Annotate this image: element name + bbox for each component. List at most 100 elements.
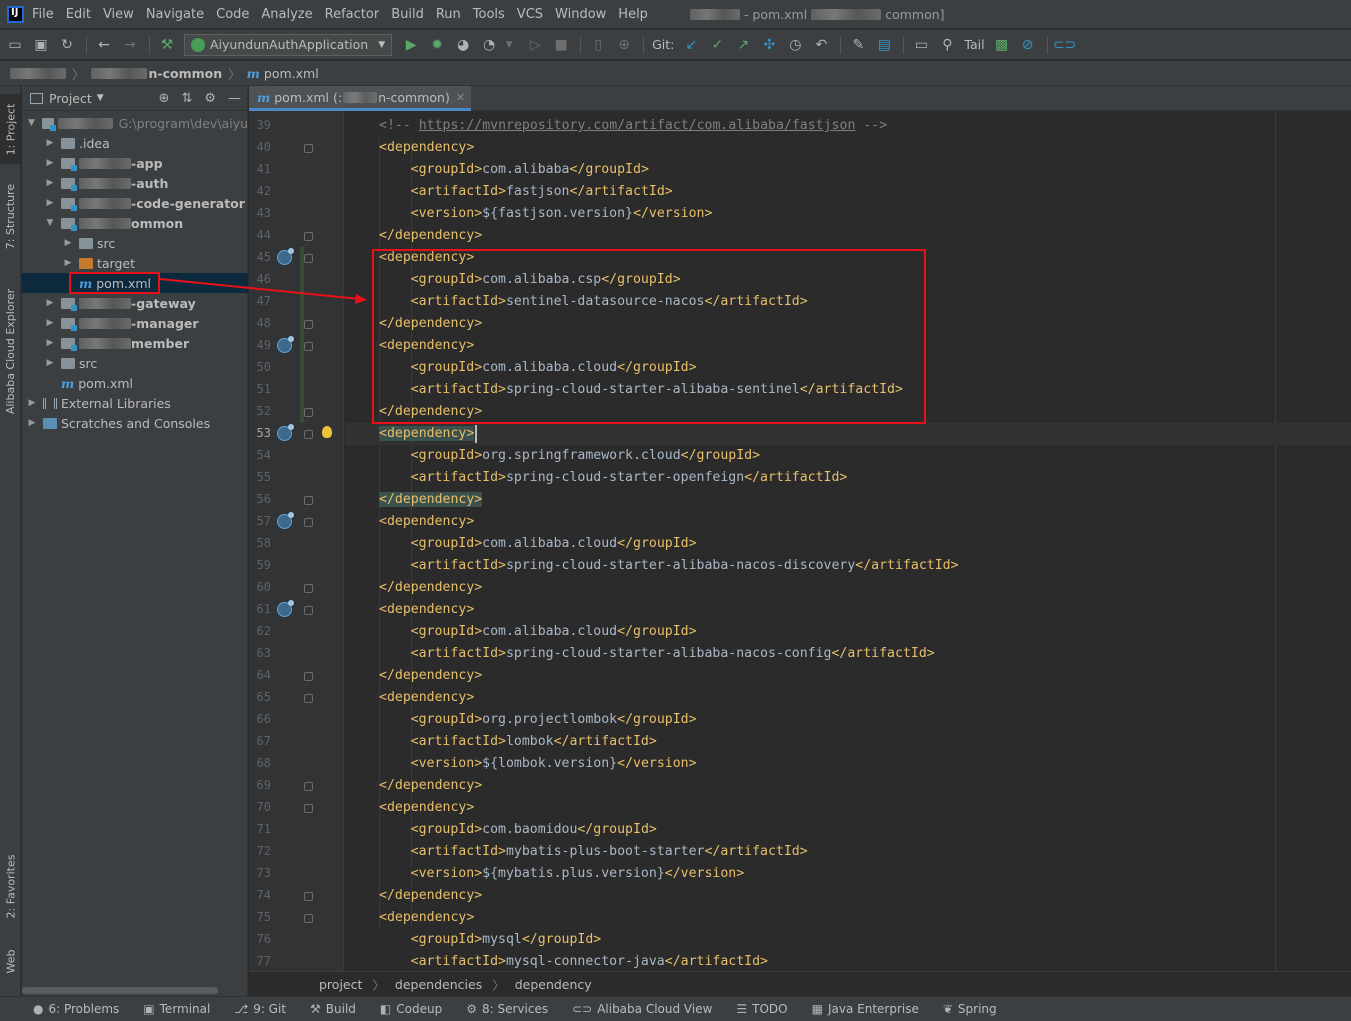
chevron-right-icon[interactable]: ▶	[44, 138, 56, 148]
tree-item[interactable]: ▶ Scratches and Consoles	[22, 413, 248, 433]
fold-toggle-icon[interactable]	[304, 232, 313, 241]
tab-pom-xml[interactable]: m pom.xml (: n-common) ✕	[249, 86, 471, 111]
editor-breadcrumb-item[interactable]: dependency	[515, 977, 592, 992]
tool-window-git[interactable]: ⎇ 9: Git	[234, 1002, 286, 1016]
code-line[interactable]: <dependency>	[345, 687, 1351, 709]
fold-toggle-icon[interactable]	[304, 606, 313, 615]
code-line[interactable]: <dependency>	[345, 797, 1351, 819]
fold-toggle-icon[interactable]	[304, 408, 313, 417]
chevron-right-icon[interactable]: ▶	[44, 358, 56, 368]
run-icon[interactable]: ▶	[402, 36, 420, 54]
save-all-icon[interactable]: ▣	[32, 36, 50, 54]
code-line[interactable]: </dependency>	[345, 225, 1351, 247]
tree-item[interactable]: m pom.xml	[22, 373, 248, 393]
tool-window-codeup[interactable]: ◧ Codeup	[380, 1002, 442, 1016]
code-line[interactable]: <groupId>com.baomidou</groupId>	[345, 819, 1351, 841]
menu-navigate[interactable]: Navigate	[146, 7, 204, 22]
chevron-right-icon[interactable]: ▶	[62, 258, 74, 268]
menu-edit[interactable]: Edit	[66, 7, 91, 22]
fold-toggle-icon[interactable]	[304, 254, 313, 263]
chevron-right-icon[interactable]: ▶	[44, 338, 56, 348]
close-icon[interactable]: ✕	[456, 91, 465, 104]
tree-item[interactable]: ▼ ommon	[22, 213, 248, 233]
tool-window-alibaba-cloud[interactable]: ⊂⊃ Alibaba Cloud View	[572, 1002, 712, 1016]
code-line[interactable]: <!-- https://mvnrepository.com/artifact/…	[345, 115, 1351, 137]
code-line[interactable]: </dependency>	[345, 489, 1351, 511]
profiler-icon[interactable]: ◔	[480, 36, 498, 54]
settings-wrench-icon[interactable]: ✎	[849, 36, 867, 54]
tab-web[interactable]: Web	[0, 941, 21, 981]
presentation-icon[interactable]: ▭	[912, 36, 930, 54]
code-line[interactable]: <dependency>	[345, 599, 1351, 621]
project-structure-icon[interactable]: ▤	[875, 36, 893, 54]
fold-toggle-icon[interactable]	[304, 430, 313, 439]
fold-toggle-icon[interactable]	[304, 320, 313, 329]
code-line[interactable]: </dependency>	[345, 313, 1351, 335]
breadcrumb-module[interactable]: n-common	[90, 66, 222, 81]
tab-project[interactable]: 1: Project	[0, 94, 21, 164]
tree-item[interactable]: ▶ External Libraries	[22, 393, 248, 413]
menu-window[interactable]: Window	[555, 7, 606, 22]
synchronize-icon[interactable]: ↻	[58, 36, 76, 54]
tree-item[interactable]: ▶ target	[22, 253, 248, 273]
code-line[interactable]: </dependency>	[345, 577, 1351, 599]
tree-item[interactable]: ▶ -gateway	[22, 293, 248, 313]
gear-icon[interactable]: ⚙	[204, 91, 216, 106]
search-icon[interactable]: ⚲	[938, 36, 956, 54]
code-line[interactable]: <version>${mybatis.plus.version}</versio…	[345, 863, 1351, 885]
chevron-right-icon[interactable]: ▶	[62, 238, 74, 248]
tree-item[interactable]: ▶ -manager	[22, 313, 248, 333]
git-fetch-icon[interactable]: ✣	[760, 36, 778, 54]
chevron-down-icon[interactable]: ▼	[500, 36, 518, 54]
minimize-icon[interactable]: —	[228, 91, 241, 106]
tree-item-root[interactable]: ▼ G:\program\dev\aiyu	[22, 113, 248, 133]
fold-toggle-icon[interactable]	[304, 694, 313, 703]
chevron-right-icon[interactable]: ▶	[26, 418, 38, 428]
code-line[interactable]: <dependency>	[345, 423, 1351, 445]
menu-tools[interactable]: Tools	[473, 7, 505, 22]
breadcrumb-root[interactable]	[10, 67, 66, 79]
code-line[interactable]: <dependency>	[345, 907, 1351, 929]
tool-window-terminal[interactable]: ▣ Terminal	[143, 1002, 210, 1016]
fold-toggle-icon[interactable]	[304, 782, 313, 791]
open-folder-icon[interactable]: ▭	[6, 36, 24, 54]
tab-favorites[interactable]: 2: Favorites	[0, 841, 21, 931]
code-line[interactable]: <groupId>com.alibaba.csp</groupId>	[345, 269, 1351, 291]
fold-toggle-icon[interactable]	[304, 892, 313, 901]
code-line[interactable]: </dependency>	[345, 775, 1351, 797]
tree-item[interactable]: ▶ src	[22, 353, 248, 373]
code-line[interactable]: <artifactId>mybatis-plus-boot-starter</a…	[345, 841, 1351, 863]
chevron-down-icon[interactable]: ▼	[97, 93, 104, 103]
code-line[interactable]: <artifactId>lombok</artifactId>	[345, 731, 1351, 753]
tab-alibaba-cloud-explorer[interactable]: Alibaba Cloud Explorer	[0, 276, 21, 426]
code-line[interactable]: <groupId>com.alibaba.cloud</groupId>	[345, 357, 1351, 379]
menu-build[interactable]: Build	[391, 7, 424, 22]
code-line[interactable]: <version>${fastjson.version}</version>	[345, 203, 1351, 225]
tree-item[interactable]: ▶ member	[22, 333, 248, 353]
code-line[interactable]: <groupId>com.alibaba</groupId>	[345, 159, 1351, 181]
tool-window-todo[interactable]: ☰ TODO	[736, 1002, 787, 1016]
chevron-right-icon[interactable]: ▶	[26, 398, 38, 408]
vcs-change-marker[interactable]	[300, 247, 304, 423]
intention-bulb-icon[interactable]	[322, 426, 332, 438]
tree-item[interactable]: ▶ src	[22, 233, 248, 253]
fold-toggle-icon[interactable]	[304, 804, 313, 813]
debug-bug-icon[interactable]: ✹	[428, 36, 446, 54]
dependency-library-icon[interactable]	[277, 248, 294, 265]
dependency-library-icon[interactable]	[277, 600, 294, 617]
menu-vcs[interactable]: VCS	[517, 7, 543, 22]
collapse-all-icon[interactable]: ⇅	[181, 91, 192, 106]
attach-debugger-icon[interactable]: ▷	[526, 36, 544, 54]
code-line[interactable]: <groupId>org.projectlombok</groupId>	[345, 709, 1351, 731]
git-commit-icon[interactable]: ✓	[708, 36, 726, 54]
code-line[interactable]: <groupId>com.alibaba.cloud</groupId>	[345, 621, 1351, 643]
code-editor[interactable]: <!-- https://mvnrepository.com/artifact/…	[345, 111, 1351, 971]
code-line[interactable]: <dependency>	[345, 137, 1351, 159]
locate-target-icon[interactable]: ⊕	[159, 91, 170, 106]
build-hammer-icon[interactable]: ⚒	[158, 36, 176, 54]
fold-toggle-icon[interactable]	[304, 584, 313, 593]
git-update-icon[interactable]: ↙	[682, 36, 700, 54]
tail-button[interactable]: Tail	[964, 37, 984, 52]
code-line[interactable]: <dependency>	[345, 511, 1351, 533]
tree-item[interactable]: ▶ .idea	[22, 133, 248, 153]
